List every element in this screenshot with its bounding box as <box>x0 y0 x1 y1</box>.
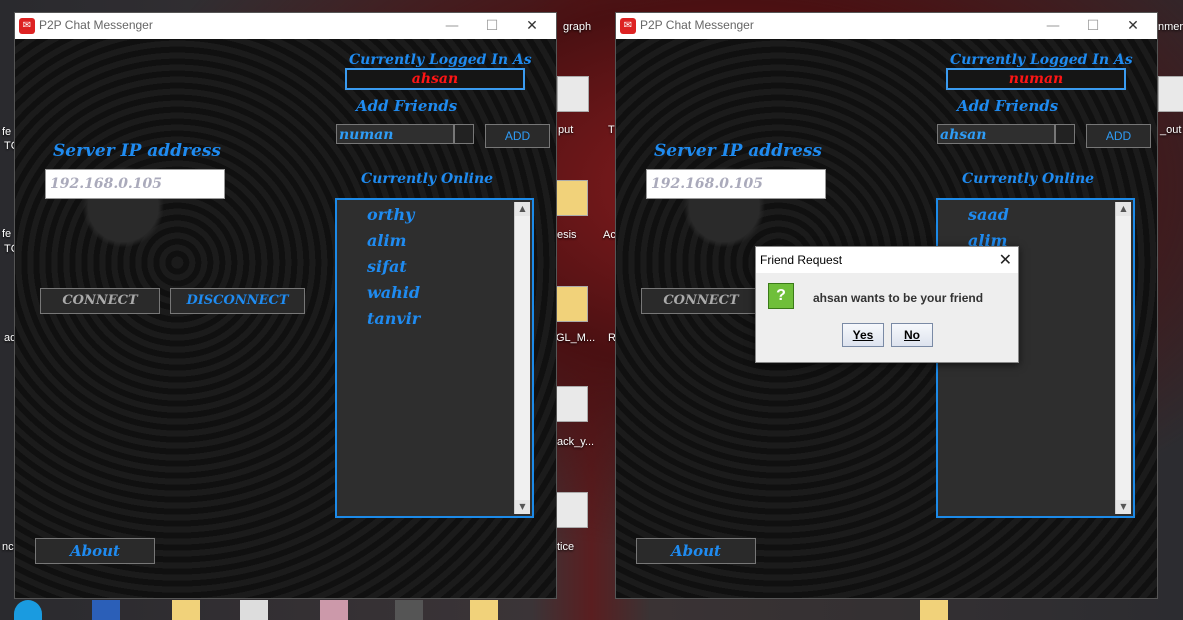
document-icon[interactable] <box>556 492 588 528</box>
connect-button[interactable]: CONNECT <box>641 288 761 314</box>
window-title: P2P Chat Messenger <box>640 18 754 32</box>
desktop-label[interactable]: ack_y... <box>557 436 594 448</box>
online-user-item[interactable]: tanvir <box>367 309 420 328</box>
folder-icon[interactable] <box>172 600 200 620</box>
server-ip-input[interactable]: 192.168.0.105 <box>646 169 826 199</box>
window-client: Currently Logged In As ahsan Add Friends… <box>15 39 556 598</box>
scroll-up-arrow-icon[interactable]: ▲ <box>1116 202 1131 216</box>
desktop-label[interactable]: put <box>558 124 573 136</box>
scroll-up-arrow-icon[interactable]: ▲ <box>515 202 530 216</box>
add-friends-label: Add Friends <box>957 97 1059 115</box>
maximize-button[interactable]: ☐ <box>472 16 512 36</box>
friend-request-dialog: Friend Request ✕ ? ahsan wants to be you… <box>755 246 1019 363</box>
folder-icon[interactable] <box>556 286 588 322</box>
desktop-label[interactable]: Ac <box>603 229 616 241</box>
logged-in-user: ahsan <box>345 68 525 90</box>
friend-input[interactable]: numan <box>336 124 454 144</box>
document-icon[interactable] <box>240 600 268 620</box>
online-user-item[interactable]: alim <box>367 231 406 250</box>
desktop-label[interactable]: fe <box>2 228 11 240</box>
scrollbar[interactable]: ▲ ▼ <box>1115 202 1131 514</box>
disconnect-button[interactable]: DISCONNECT <box>170 288 305 314</box>
video-icon[interactable] <box>395 600 423 620</box>
scroll-down-arrow-icon[interactable]: ▼ <box>515 500 530 514</box>
title-bar[interactable]: ✉ P2P Chat Messenger — ☐ ✕ <box>15 13 556 39</box>
online-users-list[interactable]: orthy alim sifat wahid tanvir ▲ ▼ <box>335 198 534 518</box>
desktop-label[interactable]: nmer <box>1158 21 1183 33</box>
scrollbar[interactable]: ▲ ▼ <box>514 202 530 514</box>
close-button[interactable]: ✕ <box>1113 16 1153 36</box>
desktop-label[interactable]: fe <box>2 126 11 138</box>
server-ip-label: Server IP address <box>654 141 822 161</box>
desktop-label[interactable]: esis <box>557 229 577 241</box>
no-button[interactable]: No <box>891 323 933 347</box>
file-icon[interactable] <box>557 76 589 112</box>
scroll-down-arrow-icon[interactable]: ▼ <box>1116 500 1131 514</box>
desktop-label[interactable]: GL_M... <box>556 332 595 344</box>
desktop-label[interactable]: _out <box>1160 124 1181 136</box>
folder-icon[interactable] <box>920 600 948 620</box>
title-bar[interactable]: ✉ P2P Chat Messenger — ☐ ✕ <box>616 13 1157 39</box>
minimize-button[interactable]: — <box>1033 16 1073 36</box>
app-icon: ✉ <box>19 18 35 34</box>
friend-input-dropdown[interactable] <box>1055 124 1075 144</box>
server-ip-input[interactable]: 192.168.0.105 <box>45 169 225 199</box>
friend-input[interactable]: ahsan <box>937 124 1055 144</box>
currently-online-label: Currently Online <box>361 171 494 187</box>
dialog-message: ahsan wants to be your friend <box>813 291 984 305</box>
online-user-item[interactable]: wahid <box>367 283 420 302</box>
window-title: P2P Chat Messenger <box>39 18 153 32</box>
maximize-button[interactable]: ☐ <box>1073 16 1113 36</box>
folder-icon[interactable] <box>556 180 588 216</box>
chat-window-ahsan: ✉ P2P Chat Messenger — ☐ ✕ Currently Log… <box>14 12 557 599</box>
dialog-title-bar[interactable]: Friend Request ✕ <box>756 247 1018 273</box>
logged-in-user: numan <box>946 68 1126 90</box>
app-icon: ✉ <box>620 18 636 34</box>
question-icon: ? <box>768 283 794 309</box>
dialog-title: Friend Request <box>760 253 843 267</box>
desktop-label[interactable]: nc <box>2 541 14 553</box>
online-user-item[interactable]: orthy <box>367 205 414 224</box>
add-friends-label: Add Friends <box>356 97 458 115</box>
word-icon[interactable] <box>92 600 120 620</box>
yes-button[interactable]: Yes <box>842 323 884 347</box>
file-icon[interactable] <box>1158 76 1183 112</box>
online-user-item[interactable]: sifat <box>367 257 407 276</box>
add-button[interactable]: ADD <box>485 124 550 148</box>
friend-input-dropdown[interactable] <box>454 124 474 144</box>
folder-icon[interactable] <box>470 600 498 620</box>
skype-icon[interactable] <box>14 600 42 620</box>
minimize-button[interactable]: — <box>432 16 472 36</box>
connect-button[interactable]: CONNECT <box>40 288 160 314</box>
add-button[interactable]: ADD <box>1086 124 1151 148</box>
logged-in-label: Currently Logged In As <box>349 52 532 68</box>
app-icon[interactable] <box>320 600 348 620</box>
online-user-item[interactable]: saad <box>968 205 1009 224</box>
document-icon[interactable] <box>556 386 588 422</box>
close-icon[interactable]: ✕ <box>999 250 1012 270</box>
about-button[interactable]: About <box>35 538 155 564</box>
desktop-label[interactable]: T <box>608 124 615 136</box>
currently-online-label: Currently Online <box>962 171 1095 187</box>
desktop-label[interactable]: tice <box>557 541 574 553</box>
about-button[interactable]: About <box>636 538 756 564</box>
logged-in-label: Currently Logged In As <box>950 52 1133 68</box>
desktop-label[interactable]: graph <box>563 21 591 33</box>
server-ip-label: Server IP address <box>53 141 221 161</box>
close-button[interactable]: ✕ <box>512 16 552 36</box>
